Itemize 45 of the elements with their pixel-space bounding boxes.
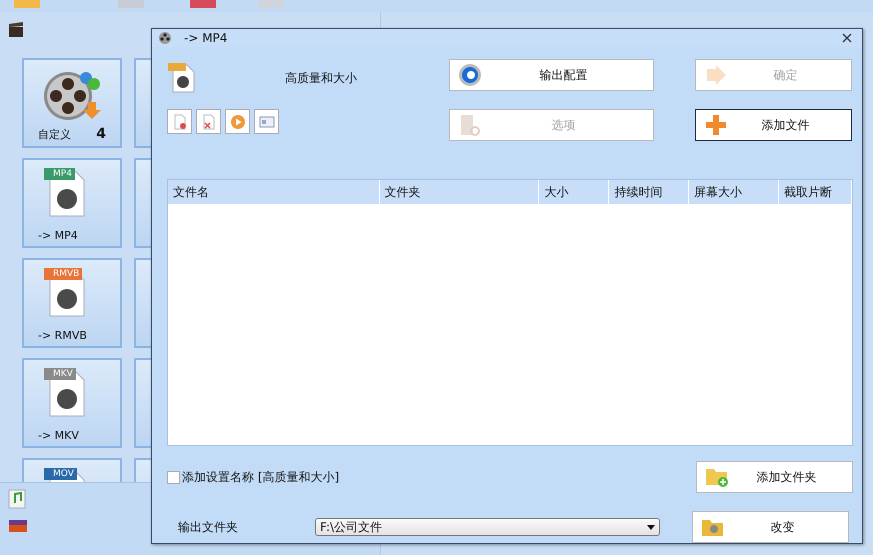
profile-name: 高质量和大小	[285, 70, 357, 86]
output-settings-button[interactable]: 输出配置	[449, 59, 654, 91]
dropdown-value: F:\公司文件	[320, 518, 382, 536]
format-tile[interactable]: MKV -> MKV	[22, 358, 122, 448]
format-tile[interactable]: MOV	[22, 458, 122, 482]
format-tile[interactable]: 自定义 4	[22, 58, 122, 148]
add-file-button[interactable]: 添加文件	[695, 109, 852, 141]
remove-file-button[interactable]	[167, 109, 192, 134]
tile-label: -> MKV	[38, 429, 79, 442]
column-header[interactable]: 文件名	[168, 180, 380, 204]
card-icon	[258, 114, 274, 130]
folder-icon	[701, 517, 725, 537]
video-file-icon	[167, 62, 197, 94]
music-file-icon[interactable]	[8, 489, 28, 509]
dropdown-arrow-icon	[647, 524, 655, 530]
column-header[interactable]: 屏幕大小	[689, 180, 780, 204]
tile-label: -> RMVB	[38, 329, 87, 342]
format-tile[interactable]: MP4 -> MP4	[22, 158, 122, 248]
file-remove-icon	[172, 114, 188, 130]
field-label: 输出文件夹	[177, 518, 239, 536]
tile-label: -> MP4	[38, 229, 78, 242]
column-header[interactable]: 持续时间	[609, 180, 690, 204]
play-button[interactable]	[225, 109, 250, 134]
format-tile[interactable]: RMVB -> RMVB	[22, 258, 122, 348]
add-folder-button[interactable]: 添加文件夹	[696, 461, 853, 493]
clear-list-button[interactable]	[196, 109, 221, 134]
checkbox[interactable]	[167, 470, 180, 484]
film-reel-icon	[158, 31, 172, 45]
output-folder-dropdown[interactable]: F:\公司文件	[315, 518, 660, 536]
change-button[interactable]: 改变	[692, 511, 849, 543]
column-header[interactable]: 文件夹	[380, 180, 540, 204]
checkbox-label: 添加设置名称 [高质量和大小]	[182, 468, 340, 486]
window-title: -> MP4	[184, 31, 228, 45]
tile-label: 自定义	[38, 127, 71, 142]
folder-add-icon	[705, 466, 729, 488]
column-header[interactable]: 大小	[539, 180, 610, 204]
file-delete-icon	[200, 114, 216, 130]
column-header[interactable]: 截取片断	[779, 180, 852, 204]
plus-icon	[704, 113, 728, 137]
close-icon[interactable]	[842, 33, 852, 43]
clapboard-icon[interactable]	[8, 22, 24, 38]
count-label: 4	[96, 126, 106, 142]
arrow-icon	[704, 63, 728, 87]
play-icon	[230, 114, 246, 130]
info-button[interactable]	[254, 109, 279, 134]
